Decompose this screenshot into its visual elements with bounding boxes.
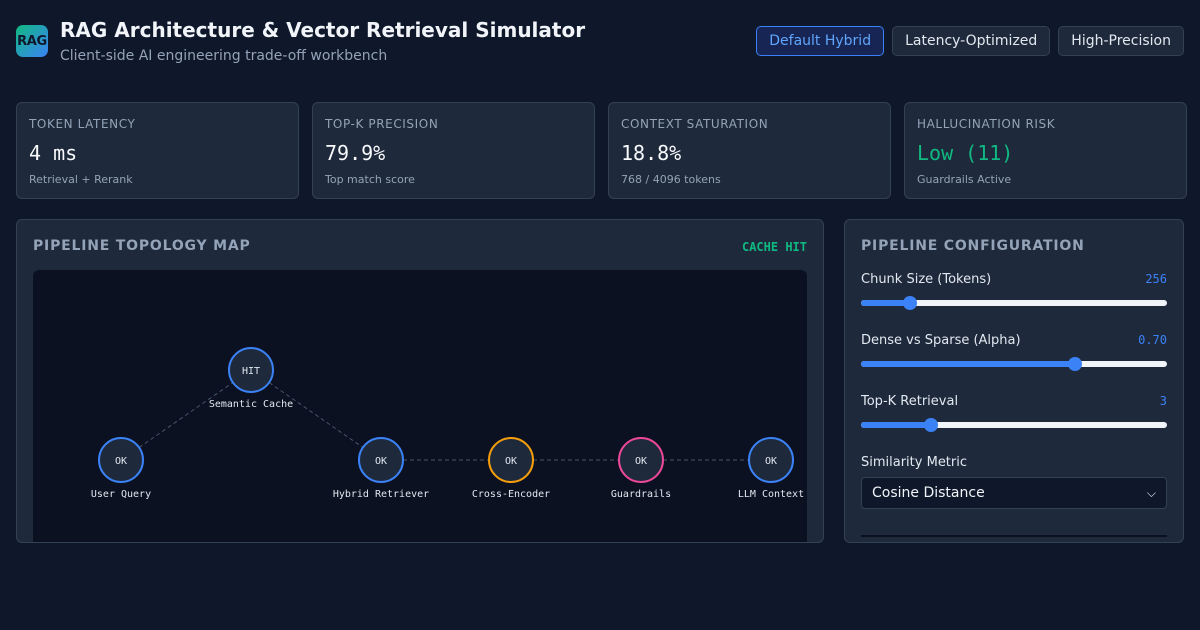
slider-thumb[interactable] — [924, 418, 939, 432]
preset-default-hybrid-button[interactable]: Default Hybrid — [756, 26, 885, 56]
preset-latency-optimized-button[interactable]: Latency-Optimized — [892, 26, 1051, 56]
metric-label: Context Saturation — [621, 117, 769, 131]
metric-subtext: Top match score — [325, 173, 415, 186]
similarity-metric-select[interactable]: Cosine Distance ⌵ — [861, 477, 1167, 509]
node-label: Cross-Encoder — [472, 489, 550, 500]
topk-control: Top-K Retrieval 3 — [861, 394, 1167, 432]
app-root: RAG RAG Architecture & Vector Retrieval … — [0, 0, 1200, 630]
node-status: HIT — [242, 366, 260, 377]
metric-subtext: Retrieval + Rerank — [29, 173, 133, 186]
node-status: OK — [115, 456, 127, 467]
slider-track — [861, 357, 1167, 371]
slider-thumb[interactable] — [902, 296, 917, 310]
pipeline-node-cache[interactable]: HIT Semantic Cache — [209, 347, 293, 410]
metric-subtext: 768 / 4096 tokens — [621, 173, 721, 186]
metric-value: Low (11) — [917, 141, 1014, 165]
similarity-metric-control: Similarity Metric Cosine Distance ⌵ — [861, 455, 1167, 509]
node-status: OK — [505, 456, 517, 467]
config-panel: PIPELINE CONFIGURATION Chunk Size (Token… — [844, 219, 1184, 543]
edge-query-to-cache — [138, 382, 234, 448]
metric-value: 18.8% — [621, 141, 682, 165]
metric-card-topk-precision: Top-K Precision 79.9% Top match score — [312, 102, 595, 199]
pipeline-node-guardrails[interactable]: OK Guardrails — [611, 437, 671, 500]
slider-track — [861, 418, 1167, 432]
slider-fill — [861, 361, 1076, 367]
metric-card-token-latency: Token Latency 4 ms Retrieval + Rerank — [16, 102, 299, 199]
alpha-control: Dense vs Sparse (Alpha) 0.70 — [861, 333, 1167, 371]
metric-value: 4 ms — [29, 141, 78, 165]
chunk-size-value: 256 — [1145, 272, 1167, 286]
page-title: RAG Architecture & Vector Retrieval Simu… — [60, 18, 586, 42]
chevron-down-icon: ⌵ — [1146, 485, 1156, 500]
slider-track — [861, 296, 1167, 310]
alpha-slider[interactable] — [861, 354, 1167, 374]
metrics-row: Token Latency 4 ms Retrieval + Rerank To… — [16, 102, 1187, 199]
topology-title: PIPELINE TOPOLOGY MAP — [33, 238, 251, 254]
node-label: Semantic Cache — [209, 399, 293, 410]
chunk-size-label: Chunk Size (Tokens) — [861, 272, 992, 287]
metric-label: Top-K Precision — [325, 117, 439, 131]
app-logo: RAG — [16, 25, 48, 57]
slider-thumb[interactable] — [1068, 357, 1083, 371]
chunk-size-control: Chunk Size (Tokens) 256 — [861, 272, 1167, 310]
config-title: PIPELINE CONFIGURATION — [861, 238, 1085, 254]
topology-panel: PIPELINE TOPOLOGY MAP CACHE HIT OK User Q… — [16, 219, 824, 543]
similarity-metric-selected: Cosine Distance — [872, 485, 985, 501]
metric-value: 79.9% — [325, 141, 386, 165]
preset-group: Default Hybrid Latency-Optimized High-Pr… — [756, 26, 1184, 56]
config-divider — [861, 535, 1167, 537]
similarity-metric-label: Similarity Metric — [861, 455, 968, 470]
topk-label: Top-K Retrieval — [861, 394, 959, 409]
metric-subtext: Guardrails Active — [917, 173, 1012, 186]
pipeline-node-query[interactable]: OK User Query — [91, 437, 151, 500]
topk-slider[interactable] — [861, 415, 1167, 435]
slider-fill — [861, 422, 932, 428]
alpha-label: Dense vs Sparse (Alpha) — [861, 333, 1021, 348]
metric-card-context-saturation: Context Saturation 18.8% 768 / 4096 toke… — [608, 102, 891, 199]
metric-card-hallucination-risk: Hallucination Risk Low (11) Guardrails A… — [904, 102, 1187, 199]
node-status: OK — [635, 456, 647, 467]
metric-label: Hallucination Risk — [917, 117, 1056, 131]
metric-label: Token Latency — [29, 117, 136, 131]
topology-canvas: OK User Query HIT Semantic Cache OK Hybrid Re… — [33, 270, 807, 542]
node-status: OK — [765, 456, 777, 467]
node-label: User Query — [91, 489, 151, 500]
node-status: OK — [375, 456, 387, 467]
page-subtitle: Client-side AI engineering trade-off wor… — [60, 48, 388, 64]
cache-status-badge: CACHE HIT — [741, 240, 807, 254]
alpha-value: 0.70 — [1138, 333, 1167, 347]
topology-graph: OK User Query HIT Semantic Cache OK Hybrid Re… — [91, 347, 804, 500]
node-label: LLM Context — [738, 489, 804, 500]
node-label: Hybrid Retriever — [333, 489, 429, 500]
pipeline-node-reranker[interactable]: OK Cross-Encoder — [472, 437, 550, 500]
edge-cache-to-retriever — [268, 382, 364, 448]
chunk-size-slider[interactable] — [861, 293, 1167, 313]
pipeline-node-llm[interactable]: OK LLM Context — [738, 437, 804, 500]
topk-value: 3 — [1159, 394, 1167, 408]
pipeline-node-retriever[interactable]: OK Hybrid Retriever — [333, 437, 429, 500]
preset-high-precision-button[interactable]: High-Precision — [1058, 26, 1184, 56]
node-label: Guardrails — [611, 489, 671, 500]
